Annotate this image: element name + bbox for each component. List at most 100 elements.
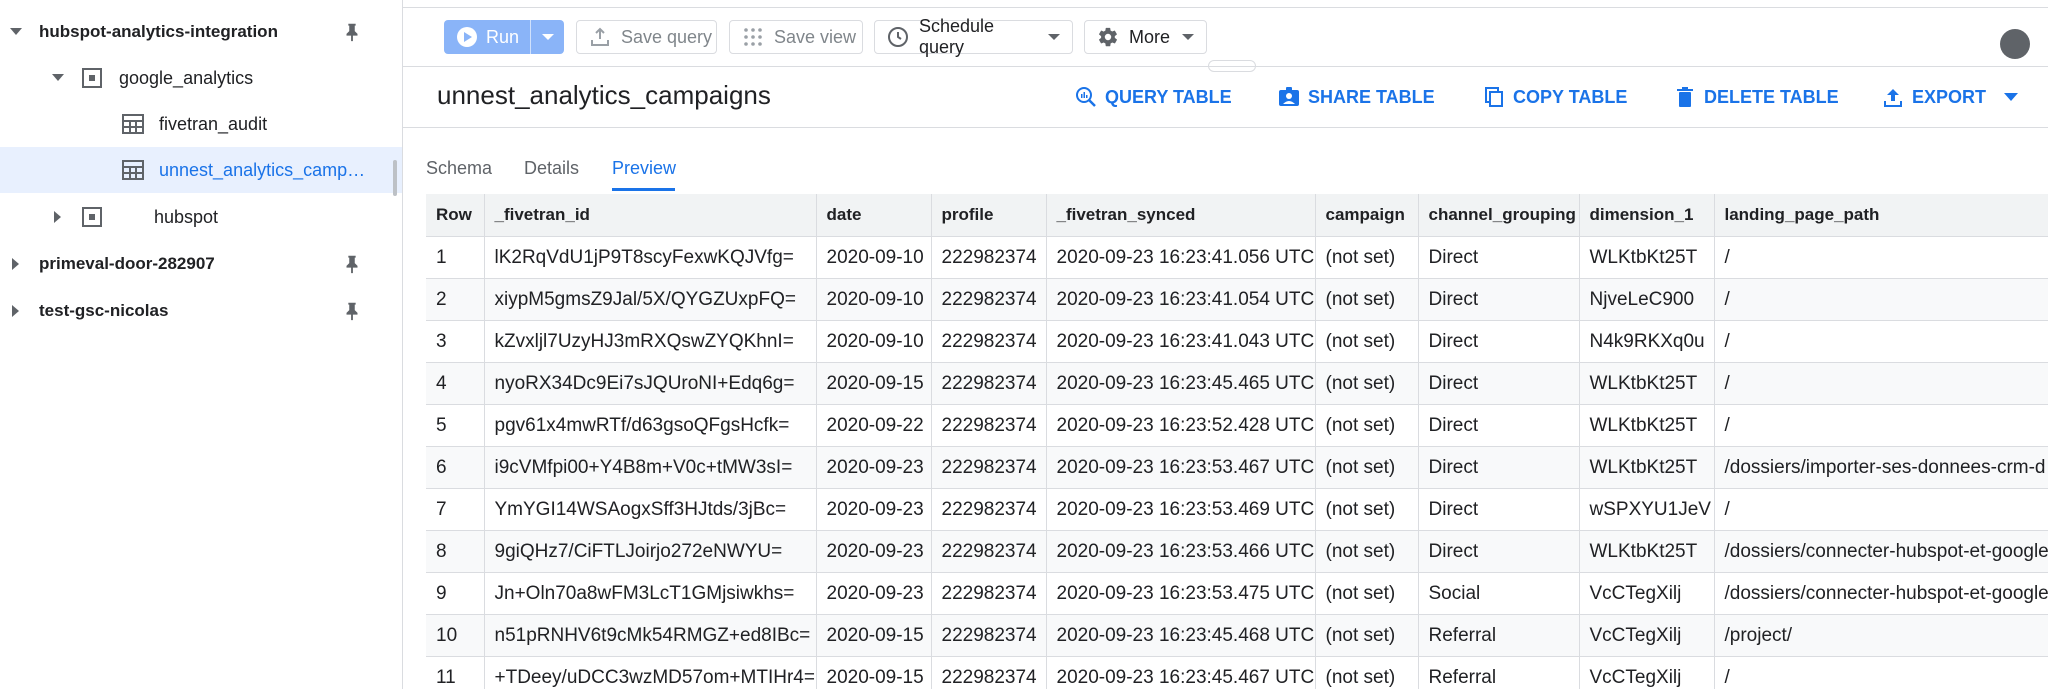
table-cell: NjveLeC900 (1579, 278, 1715, 321)
table-cell: 2020-09-23 16:23:41.056 UTC (1046, 236, 1316, 279)
divider (403, 66, 2048, 67)
table-cell: VcCTegXilj (1579, 656, 1715, 689)
table-row[interactable]: 7 YmYGI14WSAogxSff3HJtds/3jBc= 2020-09-23 2… (426, 488, 2048, 531)
table-cell: 1 (426, 236, 485, 279)
tree-dataset-hubspot[interactable]: hubspot (0, 194, 402, 240)
query-table-button[interactable]: QUERY TABLE (1075, 84, 1232, 110)
table-row[interactable]: 4 nyoRX34Dc9Ei7sJQUroNI+Edq6g= 2020-09-15 2… (426, 362, 2048, 405)
table-cell: Referral (1418, 656, 1580, 689)
table-row[interactable]: 5 pgv61x4mwRTf/d63gsoQFgsHcfk= 2020-09-22 2… (426, 404, 2048, 447)
run-main[interactable]: Run (444, 20, 530, 54)
dataset-icon (81, 67, 103, 89)
copy-table-button[interactable]: COPY TABLE (1483, 84, 1627, 110)
table-row[interactable]: 3 kZvxljl7UzyHJ3mRXQswZYQKhnI= 2020-09-10 2… (426, 320, 2048, 363)
table-row[interactable]: 2 xiypM5gmsZ9Jal/5X/QYGZUxpFQ= 2020-09-10 2… (426, 278, 2048, 321)
column-header: _fivetran_synced (1046, 194, 1316, 237)
tab-schema[interactable]: Schema (426, 158, 492, 179)
table-row[interactable]: 11 +TDeey/uDCC3wzMD57om+MTIHr4= 2020-09-15… (426, 656, 2048, 689)
caret-down-icon (2004, 93, 2019, 101)
divider (403, 7, 2048, 8)
schedule-query-button[interactable]: Schedule query (874, 16, 1073, 57)
table-cell: 9 (426, 572, 485, 615)
chevron-right-icon[interactable] (50, 209, 66, 225)
table-cell: Direct (1418, 278, 1580, 321)
table-cell: wSPXYU1JeV (1579, 488, 1715, 531)
share-user-icon (1278, 86, 1300, 108)
table-cell: kZvxljl7UzyHJ3mRXQswZYQKhnI= (484, 320, 817, 363)
dataset-name: google_analytics (119, 67, 254, 88)
schedule-query-label: Schedule query (919, 16, 995, 57)
table-cell: 2020-09-23 16:23:41.043 UTC (1046, 320, 1316, 363)
table-row[interactable]: 1 lK2RqVdU1jP9T8scyFexwKQJVfg= 2020-09-10 2… (426, 236, 2048, 279)
table-cell: 222982374 (931, 446, 1047, 489)
table-cell: /dossiers/importer-ses-donnees-crm-d (1714, 446, 2048, 489)
page-title: unnest_analytics_campaigns (437, 80, 771, 110)
tree-table-unnest-analytics-campaigns[interactable]: unnest_analytics_campai… (0, 147, 402, 193)
chevron-down-icon[interactable] (50, 70, 66, 86)
table-cell: 7 (426, 488, 485, 531)
table-cell: n51pRNHV6t9cMk54RMGZ+ed8IBc= (484, 614, 817, 657)
project-name: hubspot-analytics-integration (39, 22, 278, 41)
chevron-down-icon[interactable] (8, 24, 24, 40)
table-cell: 10 (426, 614, 485, 657)
table-cell: / (1714, 278, 2048, 321)
upload-icon (1882, 86, 1904, 108)
save-view-button[interactable]: Save view (729, 20, 863, 54)
tab-details[interactable]: Details (524, 158, 579, 179)
export-label: EXPORT (1912, 86, 1987, 107)
table-cell: lK2RqVdU1jP9T8scyFexwKQJVfg= (484, 236, 817, 279)
table-row[interactable]: 8 9giQHz7/CiFTLJoirjo272eNWYU= 2020-09-23 2… (426, 530, 2048, 573)
table-cell: / (1714, 656, 2048, 689)
table-row[interactable]: 6 i9cVMfpi00+Y4B8m+V0c+tMW3sI= 2020-09-23 2… (426, 446, 2048, 489)
tree-project-hubspot-analytics-integration[interactable]: hubspot-analytics-integration (0, 9, 402, 55)
export-button[interactable]: EXPORT (1882, 84, 2019, 110)
table-cell: 2020-09-23 16:23:53.467 UTC (1046, 446, 1316, 489)
run-button[interactable]: Run (444, 20, 564, 54)
run-options-dropdown[interactable] (531, 20, 564, 54)
table-body: 1 lK2RqVdU1jP9T8scyFexwKQJVfg= 2020-09-10 2… (426, 236, 2048, 689)
grid-dots-icon (742, 26, 764, 48)
table-cell: i9cVMfpi00+Y4B8m+V0c+tMW3sI= (484, 446, 817, 489)
run-label: Run (486, 26, 520, 47)
more-label: More (1129, 26, 1171, 47)
table-cell: YmYGI14WSAogxSff3HJtds/3jBc= (484, 488, 817, 531)
table-cell: 2020-09-23 (816, 530, 932, 573)
active-tab-indicator (612, 188, 675, 191)
tree-dataset-google-analytics[interactable]: google_analytics (0, 55, 402, 101)
table-cell: (not set) (1315, 530, 1419, 573)
tab-preview[interactable]: Preview (612, 158, 676, 179)
sidebar-scrollbar[interactable] (393, 160, 397, 196)
chevron-right-icon[interactable] (8, 303, 24, 319)
delete-table-button[interactable]: DELETE TABLE (1674, 84, 1839, 110)
pin-icon[interactable] (341, 21, 363, 43)
preview-table-container: Row _fivetran_id date profile _fivetran_sync… (426, 194, 2048, 689)
save-query-button[interactable]: Save query (576, 20, 717, 54)
table-row[interactable]: 9 Jn+Oln70a8wFM3LcT1GMjsiwkhs= 2020-09-23 2… (426, 572, 2048, 615)
table-cell: / (1714, 404, 2048, 447)
table-cell: 2020-09-10 (816, 236, 932, 279)
pin-icon[interactable] (341, 253, 363, 275)
share-table-button[interactable]: SHARE TABLE (1278, 84, 1435, 110)
gear-icon (1097, 26, 1119, 48)
table-cell: Direct (1418, 446, 1580, 489)
dataset-name: hubspot (154, 206, 219, 227)
save-icon (589, 26, 611, 48)
tree-project-primeval-door[interactable]: primeval-door-282907 (0, 241, 402, 287)
table-cell: (not set) (1315, 572, 1419, 615)
tree-table-fivetran-audit[interactable]: fivetran_audit (0, 101, 402, 147)
table-cell: / (1714, 236, 2048, 279)
table-cell: WLKtbKt25T (1579, 404, 1715, 447)
table-cell: VcCTegXilj (1579, 614, 1715, 657)
pin-icon[interactable] (341, 300, 363, 322)
more-button[interactable]: More (1084, 20, 1207, 54)
column-header: date (816, 194, 932, 237)
table-cell: 2020-09-15 (816, 656, 932, 689)
table-cell: / (1714, 362, 2048, 405)
chevron-right-icon[interactable] (8, 256, 24, 272)
tree-project-test-gsc-nicolas[interactable]: test-gsc-nicolas (0, 288, 402, 334)
avatar[interactable] (2000, 29, 2030, 59)
table-row[interactable]: 10 n51pRNHV6t9cMk54RMGZ+ed8IBc= 2020-09-15… (426, 614, 2048, 657)
table-name: unnest_analytics_campai… (159, 159, 369, 180)
table-cell: 222982374 (931, 530, 1047, 573)
project-name: primeval-door-282907 (39, 254, 215, 273)
